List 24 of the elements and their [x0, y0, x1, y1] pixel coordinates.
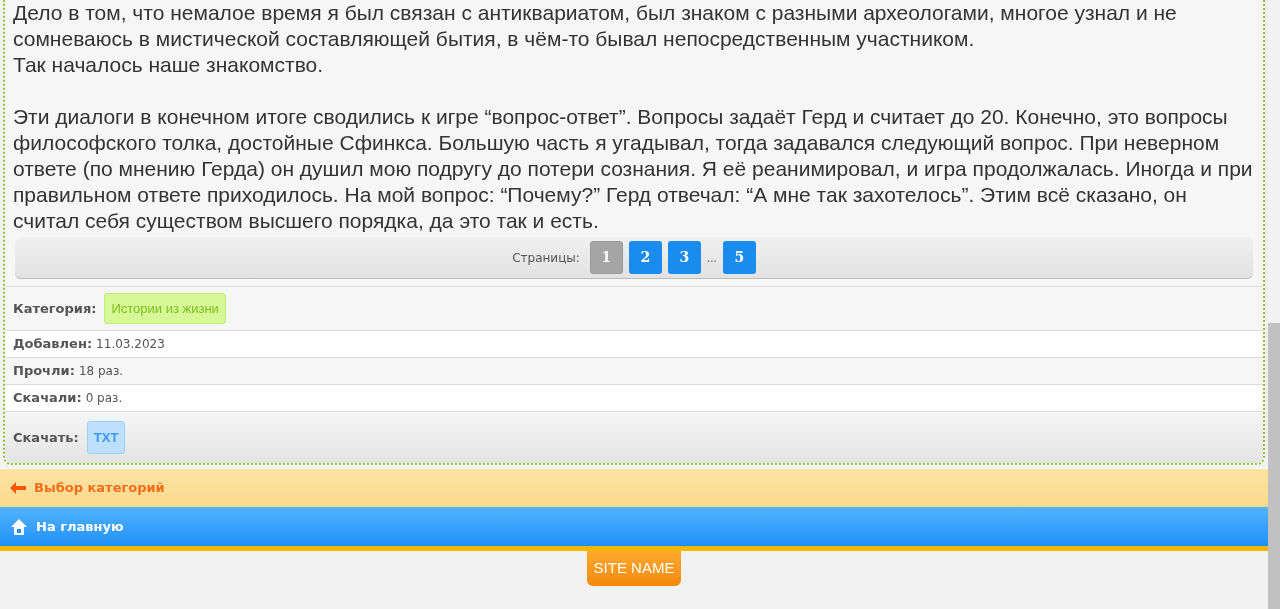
back-nav-bar[interactable]: Выбор категорий [0, 468, 1268, 507]
home-icon [10, 517, 28, 536]
field-label: Добавлен: [13, 335, 93, 354]
pagination-label: Страницы: [512, 249, 580, 267]
field-value: 11.03.2023 [96, 336, 165, 353]
page-button[interactable]: 2 [628, 241, 662, 274]
field-label: Скачали: [13, 389, 82, 408]
field-label: Скачать: [13, 428, 79, 447]
download-button[interactable]: TXT [86, 420, 126, 455]
home-nav-bar[interactable]: На главную [0, 507, 1268, 551]
article-text: Так началось наше знакомство. [13, 52, 325, 78]
page-button[interactable]: 1 [589, 241, 623, 274]
field-value: 0 раз. [85, 390, 123, 407]
field-label: Категория: [13, 299, 97, 318]
page-button[interactable]: 3 [667, 241, 701, 274]
page-button[interactable]: 5 [722, 241, 756, 274]
left-arrow-icon [10, 482, 26, 494]
field-label: Прочли: [13, 362, 75, 381]
article-text: Дело в том, что немалое время я был связан с антиквариатом, был знаком с разными археологами, многое узнал и не сомневаюсь в мистической составляющей бытия, в чём-то бывал непосредственным участником. [13, 0, 1178, 52]
pagination-ellipsis: ... [706, 249, 717, 267]
field-value: 18 раз. [78, 363, 124, 380]
article-text: Эти диалоги в конечном итоге сводились к игре “вопрос-ответ”. Вопросы задаёт Герд и считает до 20. Конечно, это вопросы философского толка, достойные Сфинкса. Большую часть я угадывал, тогда задавался следующий вопрос. При неверном ответе (по мнению Герда) он душил мою подругу до потери сознания. Я её реанимировал, и игра продолжалась. Иногда и при правильном ответе приходилось. На мой вопрос: “Почему?” Герд отвечал: “А мне так захотелось”. Этим всё сказано, он считал себя существом высшего порядка, да это так и есть. [13, 104, 1254, 234]
scrollbar-thumb[interactable] [1268, 323, 1280, 609]
category-tag[interactable]: Истории из жизни [104, 292, 226, 325]
